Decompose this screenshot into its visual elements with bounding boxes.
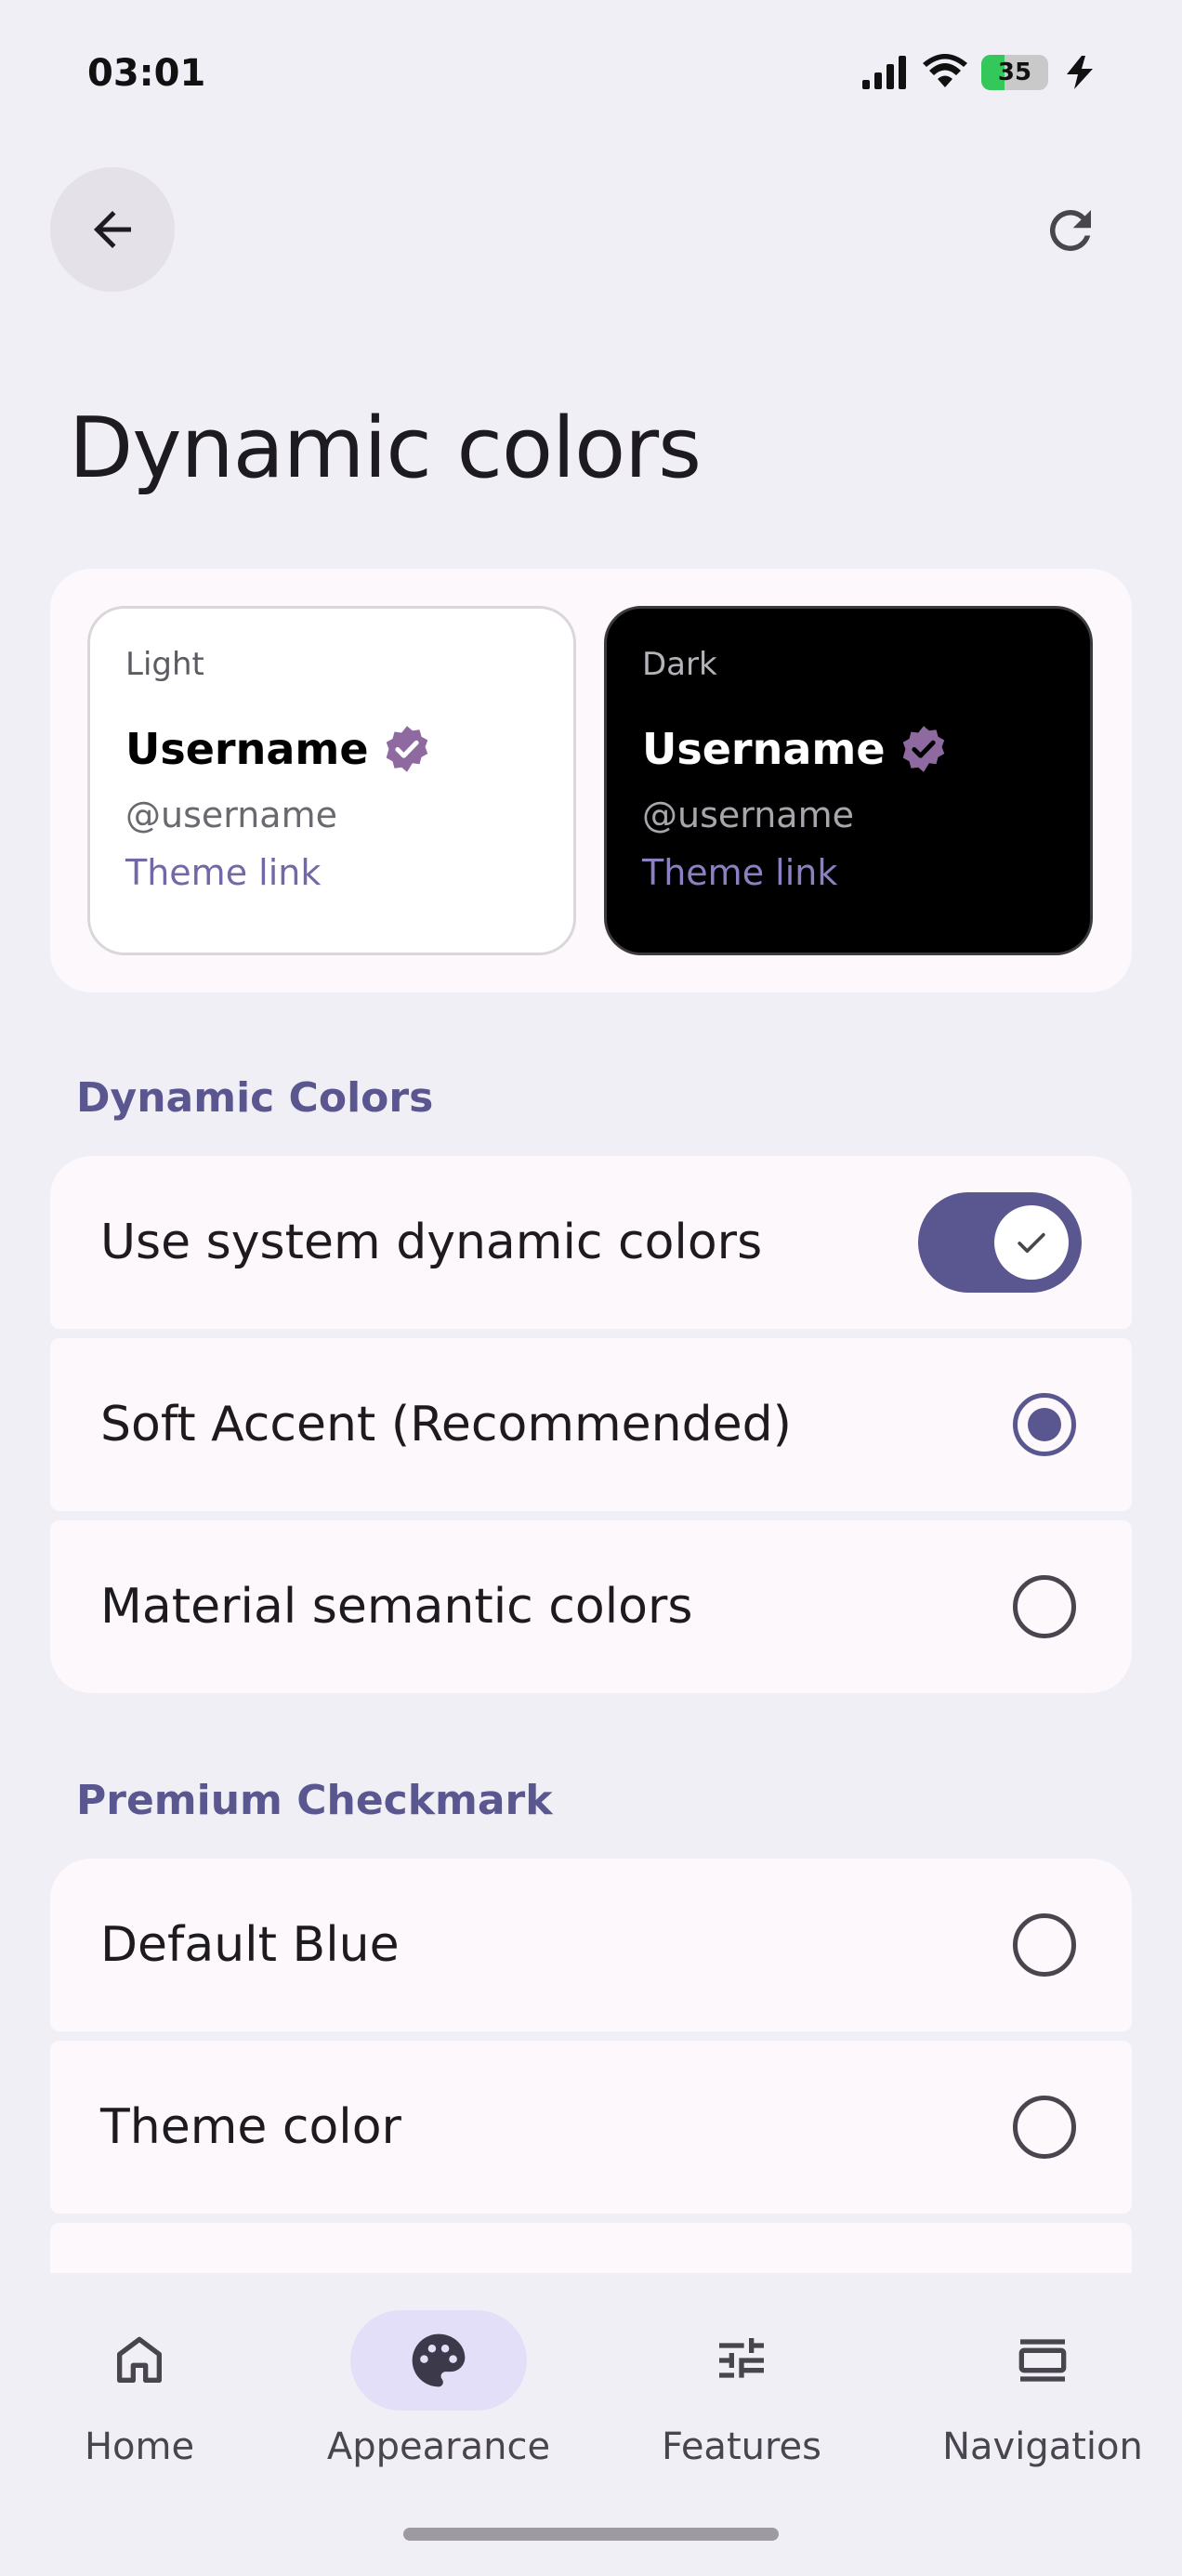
charging-icon (1067, 56, 1093, 89)
dynamic-colors-switch[interactable] (918, 1192, 1082, 1293)
light-theme-preview: Light Username @username Theme link (87, 606, 576, 955)
nav-pill (954, 2310, 1131, 2411)
soft-accent-radio[interactable] (1013, 1393, 1076, 1456)
status-time: 03:01 (87, 52, 206, 95)
battery-level: 35 (997, 59, 1032, 86)
back-button[interactable] (50, 167, 175, 292)
signal-icon (862, 56, 906, 89)
battery-indicator: 35 (981, 55, 1048, 90)
premium-checkmark-group: Default Blue Theme color (50, 1859, 1132, 2273)
arrow-back-icon (94, 211, 131, 248)
nav-item-appearance[interactable]: Appearance (299, 2310, 578, 2496)
status-icons: 35 (860, 54, 1098, 91)
preview-theme-link: Theme link (125, 852, 322, 893)
setting-material-semantic-colors[interactable]: Material semantic colors (50, 1520, 1132, 1693)
navigation-icon (1018, 2339, 1067, 2382)
nav-item-navigation[interactable]: Navigation (903, 2310, 1182, 2496)
setting-next-item[interactable] (50, 2223, 1132, 2273)
switch-knob (994, 1205, 1069, 1280)
section-header-dynamic-colors: Dynamic Colors (76, 1074, 434, 1122)
nav-item-features[interactable]: Features (602, 2310, 881, 2496)
nav-label: Appearance (326, 2425, 551, 2468)
dark-preview-label: Dark (642, 646, 717, 683)
nav-label: Features (662, 2425, 821, 2468)
theme-preview-card: Light Username @username Theme link Dark… (50, 569, 1132, 992)
setting-default-blue[interactable]: Default Blue (50, 1859, 1132, 2031)
setting-soft-accent[interactable]: Soft Accent (Recommended) (50, 1338, 1132, 1511)
verified-badge-icon (386, 726, 427, 772)
top-app-bar (0, 167, 1182, 294)
nav-pill (653, 2310, 830, 2411)
setting-use-system-dynamic-colors[interactable]: Use system dynamic colors (50, 1156, 1132, 1329)
default-blue-radio[interactable] (1013, 1913, 1076, 1977)
nav-item-home[interactable]: Home (0, 2310, 279, 2496)
home-indicator[interactable] (403, 2528, 779, 2541)
nav-pill (51, 2310, 228, 2411)
tune-icon (719, 2338, 764, 2378)
setting-label: Use system dynamic colors (100, 1215, 763, 1270)
preview-handle: @username (642, 795, 854, 835)
nav-label: Home (84, 2425, 195, 2468)
setting-label: Default Blue (100, 1917, 400, 1973)
material-semantic-radio[interactable] (1013, 1575, 1076, 1638)
nav-label: Navigation (942, 2425, 1143, 2468)
setting-label: Theme color (100, 2099, 401, 2155)
setting-label: Soft Accent (Recommended) (100, 1397, 792, 1452)
dark-theme-preview: Dark Username @username Theme link (604, 606, 1093, 955)
check-icon (1018, 1232, 1045, 1253)
setting-label: Material semantic colors (100, 1579, 693, 1635)
light-preview-label: Light (125, 646, 204, 683)
refresh-icon (1049, 209, 1091, 251)
setting-theme-color[interactable]: Theme color (50, 2041, 1132, 2214)
verified-badge-icon (902, 726, 944, 772)
theme-color-radio[interactable] (1013, 2096, 1076, 2159)
refresh-button[interactable] (1026, 186, 1115, 275)
wifi-icon (923, 54, 967, 87)
home-icon (116, 2336, 162, 2383)
status-bar: 03:01 35 (0, 0, 1182, 149)
preview-username: Username (125, 724, 369, 774)
page-title: Dynamic colors (69, 400, 702, 497)
preview-handle: @username (125, 795, 337, 835)
palette-icon (412, 2333, 466, 2387)
section-header-premium-checkmark: Premium Checkmark (76, 1777, 553, 1824)
preview-theme-link: Theme link (642, 852, 838, 893)
preview-username: Username (642, 724, 886, 774)
nav-pill-active (350, 2310, 527, 2411)
